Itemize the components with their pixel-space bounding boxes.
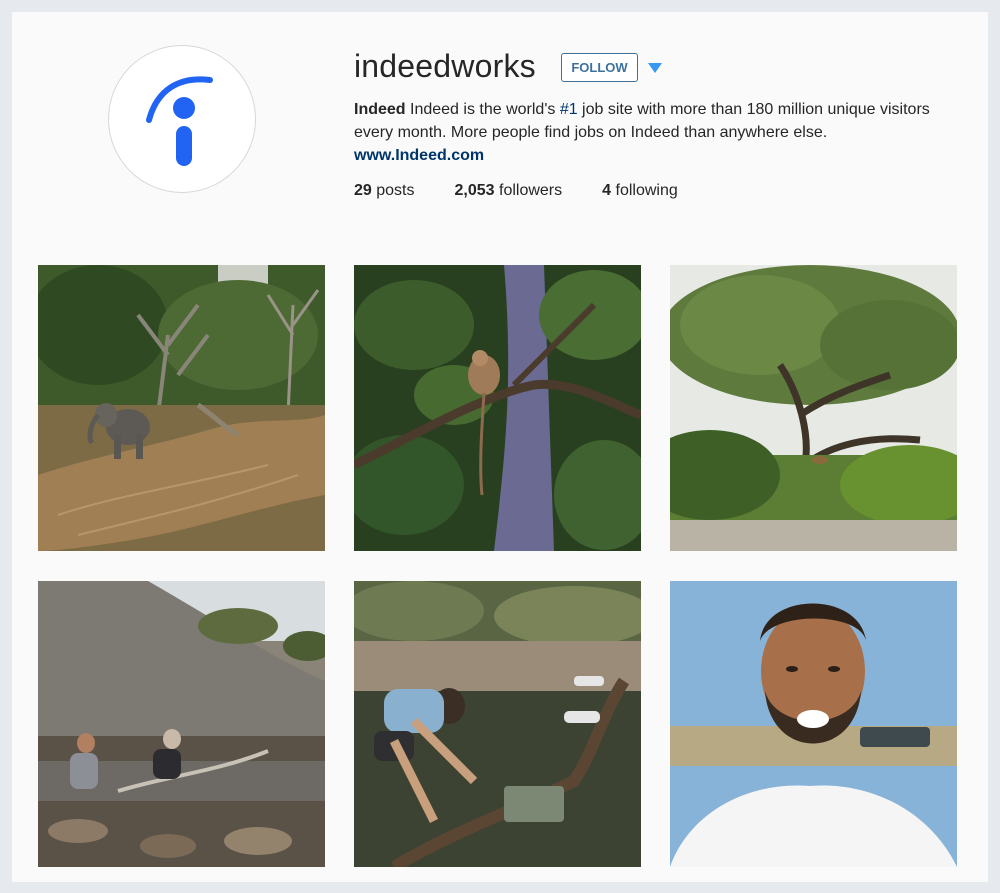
bio-website-link[interactable]: www.Indeed.com — [354, 144, 964, 167]
post-thumbnail-1[interactable] — [38, 265, 325, 551]
men-at-pond-photo — [38, 581, 325, 867]
post-thumbnail-4[interactable] — [38, 581, 325, 867]
post-thumbnail-5[interactable] — [354, 581, 641, 867]
selfie-photo — [670, 581, 957, 867]
profile-stats: 29 posts 2,053 followers 4 following — [354, 182, 718, 200]
acacia-tree-photo — [670, 265, 957, 551]
profile-bio: Indeed Indeed is the world's #1 job site… — [354, 98, 964, 167]
post-thumbnail-3[interactable] — [670, 265, 957, 551]
profile-username: indeedworks — [354, 48, 536, 84]
follow-button[interactable]: FOLLOW — [561, 53, 638, 82]
following-count: 4 — [602, 182, 612, 199]
indeed-logo-icon — [146, 76, 213, 166]
camera-trap-photo — [354, 581, 641, 867]
bio-text-before: Indeed is the world's — [405, 101, 560, 118]
elephant-photo — [38, 265, 325, 551]
posts-count: 29 — [354, 182, 372, 199]
following-label: following — [615, 182, 678, 199]
posts-label: posts — [376, 182, 415, 199]
monkey-photo — [354, 265, 641, 551]
post-thumbnail-2[interactable] — [354, 265, 641, 551]
posts-stat: 29 posts — [354, 182, 415, 200]
followers-stat[interactable]: 2,053 followers — [455, 182, 563, 200]
profile-avatar[interactable] — [108, 45, 256, 193]
followers-count: 2,053 — [454, 182, 495, 199]
profile-page: indeedworks FOLLOW Indeed Indeed is the … — [12, 12, 988, 882]
followers-label: followers — [499, 182, 563, 199]
bio-full-name: Indeed — [354, 101, 406, 118]
post-thumbnail-6[interactable] — [670, 581, 957, 867]
options-dropdown-button[interactable] — [647, 61, 663, 75]
following-stat[interactable]: 4 following — [602, 182, 678, 200]
bio-hashtag[interactable]: #1 — [560, 101, 578, 118]
caret-down-icon — [648, 63, 662, 73]
